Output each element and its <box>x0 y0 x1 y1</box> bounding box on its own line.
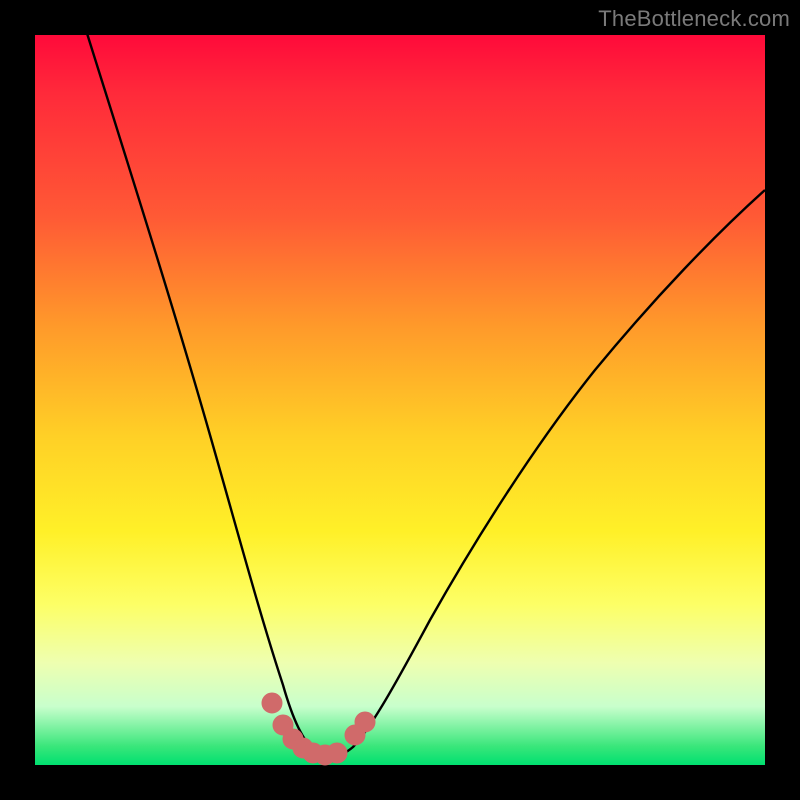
curve-layer <box>35 35 765 765</box>
watermark-text: TheBottleneck.com <box>598 6 790 32</box>
marker-dots <box>262 693 375 765</box>
plot-area <box>35 35 765 765</box>
chart-frame: TheBottleneck.com <box>0 0 800 800</box>
bottleneck-curve <box>75 0 765 757</box>
